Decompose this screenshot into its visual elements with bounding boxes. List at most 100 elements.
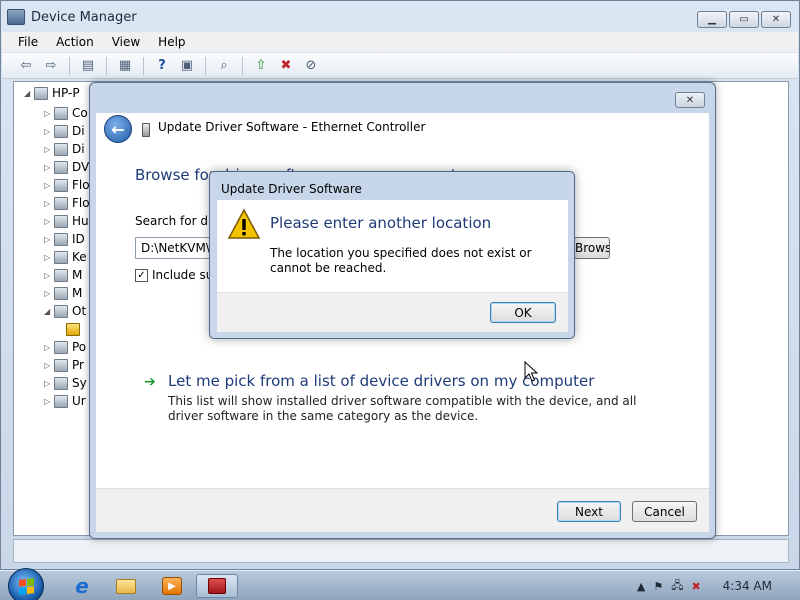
- expand-icon[interactable]: ▷: [44, 217, 54, 226]
- back-arrow-icon[interactable]: ←: [104, 115, 132, 143]
- expand-icon[interactable]: ▷: [44, 271, 54, 280]
- monitor-icon: [54, 286, 68, 300]
- expand-icon[interactable]: ▷: [44, 253, 54, 262]
- tree-item[interactable]: ▷ Di: [44, 122, 85, 140]
- disk-drive-icon: [54, 124, 68, 138]
- file-explorer-icon[interactable]: [108, 574, 144, 598]
- expand-icon[interactable]: ▷: [44, 343, 54, 352]
- toolbar-separator: [242, 56, 243, 75]
- pick-from-list-description: This list will show installed driver sof…: [168, 394, 637, 423]
- collapse-icon[interactable]: ◢: [44, 307, 54, 316]
- menu-file[interactable]: File: [18, 35, 38, 49]
- dialog-title: Update Driver Software: [221, 182, 362, 196]
- help-icon[interactable]: ?: [152, 57, 172, 75]
- computer-icon: [34, 86, 48, 100]
- checkbox-checked-icon[interactable]: ✓: [135, 268, 148, 282]
- tree-item[interactable]: ▷ Flo: [44, 176, 90, 194]
- wizard-title: Update Driver Software - Ethernet Contro…: [158, 120, 426, 134]
- tree-item[interactable]: ▷ Pr: [44, 356, 84, 374]
- expand-icon[interactable]: ▷: [44, 109, 54, 118]
- expand-icon[interactable]: ▷: [44, 361, 54, 370]
- toolbar-separator: [106, 56, 107, 75]
- title-bar[interactable]: Device Manager: [7, 4, 687, 30]
- tree-item[interactable]: ▷ M: [44, 284, 82, 302]
- error-dialog: Update Driver Software Please enter anot…: [209, 171, 575, 339]
- dialog-message: The location you specified does not exis…: [270, 246, 532, 275]
- ide-controller-icon: [54, 232, 68, 246]
- forward-icon[interactable]: ⇨: [41, 57, 61, 75]
- tree-root[interactable]: ◢ HP-P: [24, 86, 80, 100]
- tree-item[interactable]: ◢ Ot: [44, 302, 86, 320]
- tree-item-label: M: [72, 286, 83, 300]
- expand-icon[interactable]: ▷: [44, 397, 54, 406]
- system-devices-icon: [54, 376, 68, 390]
- tree-item-label: Hu: [72, 214, 89, 228]
- show-hide-tree-icon[interactable]: ▤: [78, 57, 98, 75]
- expand-icon[interactable]: ▷: [44, 127, 54, 136]
- scan-hardware-icon[interactable]: ⌕: [214, 57, 234, 75]
- expand-icon[interactable]: ▷: [44, 145, 54, 154]
- tree-item[interactable]: ▷ Po: [44, 338, 86, 356]
- tree-item[interactable]: ▷ M: [44, 266, 82, 284]
- expand-icon[interactable]: ▷: [44, 289, 54, 298]
- tree-item[interactable]: ▷ Flo: [44, 194, 90, 212]
- maximize-button[interactable]: ▭: [729, 11, 759, 28]
- uninstall-icon[interactable]: ✖: [276, 57, 296, 75]
- expand-icon[interactable]: ▷: [44, 235, 54, 244]
- tree-item-label: Flo: [72, 196, 90, 210]
- tree-item-ethernet[interactable]: [66, 320, 84, 338]
- mouse-cursor-icon: [524, 361, 538, 382]
- tree-item-label: Di: [72, 142, 85, 156]
- properties-icon[interactable]: ▦: [115, 57, 135, 75]
- tree-item[interactable]: ▷ Di: [44, 140, 85, 158]
- browse-button[interactable]: Browse...: [574, 237, 610, 259]
- expand-icon[interactable]: ▷: [44, 379, 54, 388]
- tree-item[interactable]: ▷ Co: [44, 104, 88, 122]
- expand-icon[interactable]: ▷: [44, 181, 54, 190]
- tree-item-label: Sy: [72, 376, 87, 390]
- other-devices-icon: [54, 304, 68, 318]
- menu-bar: File Action View Help: [2, 32, 798, 52]
- update-driver-icon[interactable]: ⇧: [251, 57, 271, 75]
- show-hidden-icons-icon[interactable]: ▲: [637, 580, 645, 593]
- clock[interactable]: 4:34 AM: [723, 579, 772, 593]
- menu-view[interactable]: View: [112, 35, 140, 49]
- action-pane-icon[interactable]: ▣: [177, 57, 197, 75]
- next-button[interactable]: Next: [557, 501, 621, 522]
- tree-item[interactable]: ▷ Sy: [44, 374, 87, 392]
- wizard-close-button[interactable]: ✕: [675, 92, 705, 108]
- tree-item[interactable]: ▷ Ke: [44, 248, 87, 266]
- tree-item[interactable]: ▷ Ur: [44, 392, 86, 410]
- menu-action[interactable]: Action: [56, 35, 94, 49]
- processor-icon: [54, 358, 68, 372]
- tree-item[interactable]: ▷ ID: [44, 230, 85, 248]
- tree-item[interactable]: ▷ DV: [44, 158, 89, 176]
- device-manager-taskbar-button[interactable]: [196, 574, 238, 598]
- network-icon[interactable]: 🖧: [671, 577, 683, 596]
- menu-help[interactable]: Help: [158, 35, 185, 49]
- internet-explorer-icon[interactable]: e: [64, 574, 100, 598]
- tree-item-label: Pr: [72, 358, 84, 372]
- volume-muted-icon[interactable]: ✖: [691, 580, 700, 593]
- device-category-icon: [54, 106, 68, 120]
- toolbar-separator: [143, 56, 144, 75]
- tree-item[interactable]: ▷ Hu: [44, 212, 89, 230]
- action-center-flag-icon[interactable]: ⚑: [653, 580, 663, 593]
- minimize-button[interactable]: ▁: [697, 11, 727, 28]
- expand-icon[interactable]: ▷: [44, 163, 54, 172]
- floppy-controller-icon: [54, 178, 68, 192]
- close-button[interactable]: ✕: [761, 11, 791, 28]
- tree-root-label: HP-P: [52, 86, 80, 100]
- start-button[interactable]: [8, 568, 44, 600]
- floppy-drive-icon: [54, 196, 68, 210]
- status-bar: [13, 539, 789, 563]
- disable-device-icon[interactable]: ⊘: [301, 57, 321, 75]
- toolbar-separator: [205, 56, 206, 75]
- ok-button[interactable]: OK: [490, 302, 556, 323]
- media-player-icon[interactable]: ▶: [154, 574, 190, 598]
- cancel-button[interactable]: Cancel: [632, 501, 697, 522]
- back-icon[interactable]: ⇦: [16, 57, 36, 75]
- hid-icon: [54, 214, 68, 228]
- expand-icon[interactable]: ▷: [44, 199, 54, 208]
- collapse-icon[interactable]: ◢: [24, 89, 34, 98]
